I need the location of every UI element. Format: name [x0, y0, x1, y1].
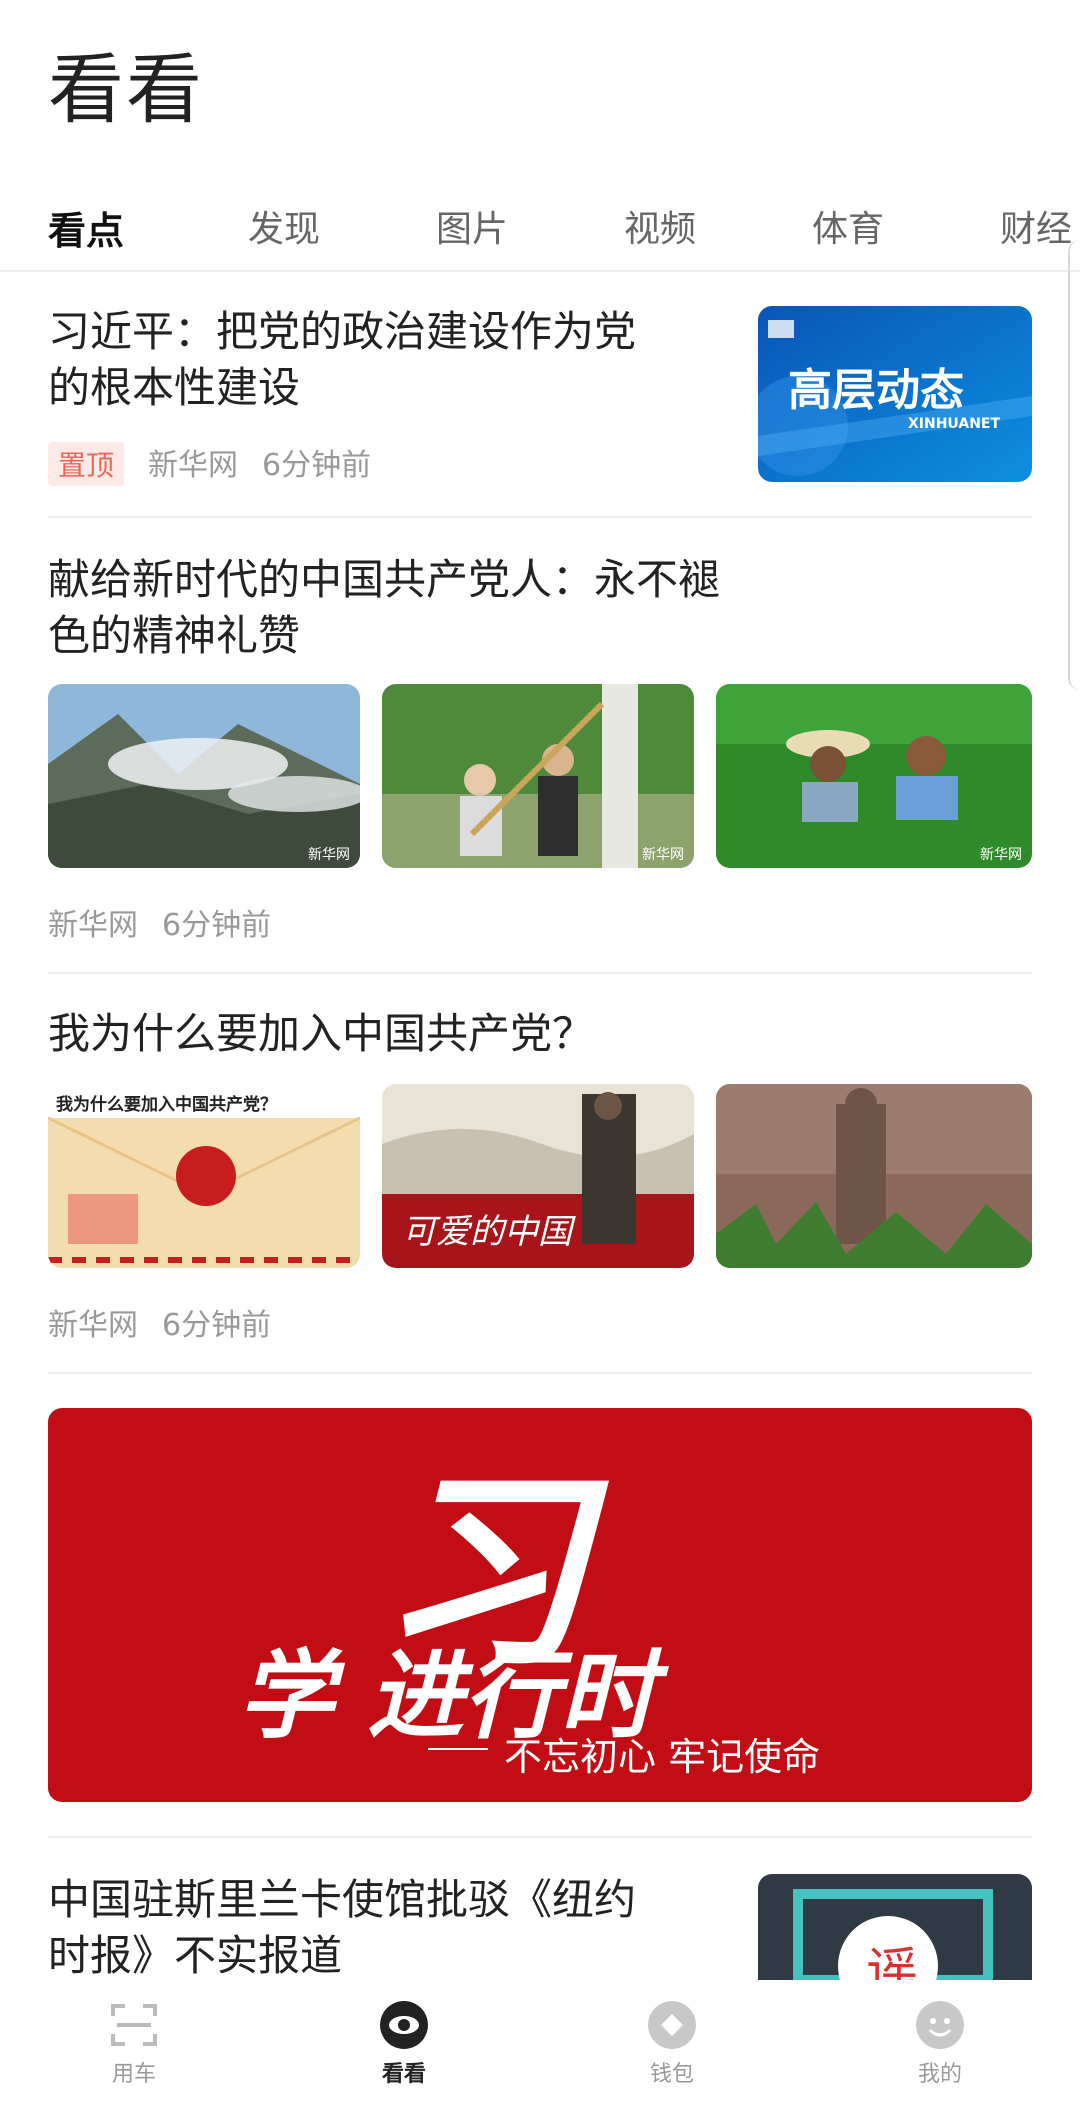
- divider: [48, 1836, 1032, 1838]
- wallet-icon: [647, 2000, 697, 2050]
- tab-caijing[interactable]: 财经: [1000, 200, 1072, 252]
- photo-mountains[interactable]: 新华网: [48, 684, 360, 868]
- category-tabs: 看点 发现 图片 视频 体育 财经: [0, 190, 1080, 270]
- tab-tupian[interactable]: 图片: [436, 200, 508, 252]
- smiley-profile-icon: [915, 2000, 965, 2050]
- nav-item-wallet[interactable]: 钱包: [612, 2000, 732, 2088]
- watermark: 新华网: [980, 847, 1022, 863]
- bottom-nav: 用车 看看 钱包 我的: [0, 1980, 1080, 2110]
- page-title: 看看: [48, 45, 204, 134]
- photo-rice-field[interactable]: 新华网: [716, 684, 1032, 868]
- thumb-caption: 可爱的中国: [402, 1212, 572, 1252]
- feed-item-meta: 新华网 6分钟前: [48, 900, 295, 944]
- source-label: 新华网: [48, 908, 138, 943]
- feed-item-title: 中国驻斯里兰卡使馆批驳《纽约 时报》不实报道: [48, 1875, 637, 1980]
- promo-banner[interactable]: 习 学 进行时 不忘初心 牢记使命: [48, 1408, 1032, 1802]
- photo-farmers-water[interactable]: 新华网: [382, 684, 694, 868]
- source-label: 新华网: [148, 448, 239, 483]
- nav-item-kankan[interactable]: 看看: [344, 2000, 464, 2088]
- source-label: 新华网: [48, 1308, 138, 1343]
- nav-label: 我的: [917, 2062, 962, 2087]
- news-thumbnail[interactable]: 高层动态 XINHUANET: [758, 306, 1032, 482]
- thumb-title: 高层动态: [788, 365, 964, 416]
- nav-item-car[interactable]: 用车: [74, 2000, 194, 2088]
- thumb-caption: 我为什么要加入中国共产党？: [56, 1095, 277, 1115]
- feed-item-meta: 新华网 6分钟前: [48, 1300, 295, 1344]
- banner-dash: [428, 1748, 488, 1750]
- thumb-subtitle: XINHUANET: [908, 416, 1001, 432]
- tab-faxian[interactable]: 发现: [248, 200, 320, 252]
- time-label: 6分钟前: [262, 448, 372, 483]
- banner-subtitle: 不忘初心 牢记使命: [504, 1735, 821, 1779]
- thumb-caption: 谣: [866, 1943, 919, 1980]
- photo-statue[interactable]: [716, 1084, 1032, 1268]
- feed-item-title: 我为什么要加入中国共产党？: [48, 1009, 595, 1058]
- nav-label: 看看: [381, 2062, 426, 2087]
- time-label: 6分钟前: [162, 1308, 272, 1343]
- tab-tiyu[interactable]: 体育: [812, 200, 884, 252]
- feed-item-title: 习近平：把党的政治建设作为党 的根本性建设: [48, 307, 637, 412]
- watermark: 新华网: [308, 847, 350, 863]
- scan-car-icon: [109, 2000, 159, 2050]
- nav-label: 用车: [111, 2062, 156, 2087]
- tab-shipin[interactable]: 视频: [624, 200, 696, 252]
- feed-item-meta: 置顶 新华网 6分钟前: [48, 440, 395, 486]
- feed-item-title: 献给新时代的中国共产党人：永不褪 色的精神礼赞: [48, 555, 721, 660]
- photo-envelope[interactable]: 我为什么要加入中国共产党？: [48, 1084, 360, 1268]
- photo-lovely-china[interactable]: 可爱的中国: [382, 1084, 694, 1268]
- tab-label: 看点: [48, 209, 125, 253]
- eye-icon: [379, 2000, 429, 2050]
- divider: [48, 1372, 1032, 1374]
- news-thumbnail[interactable]: 谣: [758, 1874, 1032, 1980]
- tabs-divider: [0, 270, 1080, 272]
- divider: [48, 972, 1032, 974]
- time-label: 6分钟前: [162, 908, 272, 943]
- scroll-edge: [1068, 240, 1080, 690]
- nav-label: 钱包: [649, 2062, 694, 2087]
- nav-item-mine[interactable]: 我的: [880, 2000, 1000, 2088]
- tab-kandian[interactable]: 看点: [48, 190, 144, 255]
- pinned-badge: 置顶: [48, 442, 125, 486]
- divider: [48, 516, 1032, 518]
- watermark: 新华网: [642, 847, 684, 863]
